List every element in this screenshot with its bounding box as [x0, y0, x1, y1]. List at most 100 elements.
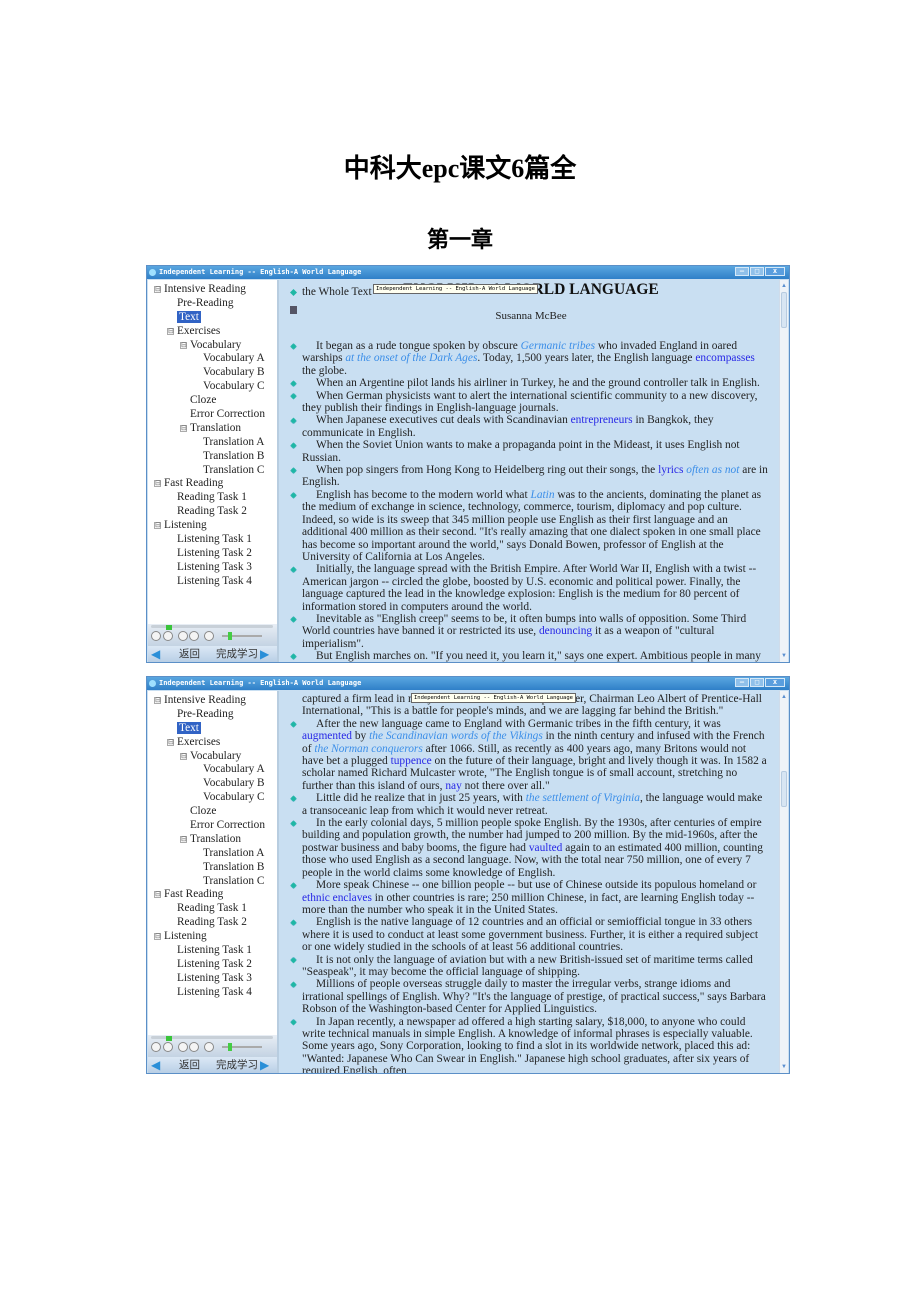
tree-item[interactable]: Vocabulary B: [148, 777, 277, 791]
play-paragraph-icon[interactable]: [290, 442, 297, 450]
tree-expander-icon[interactable]: ⊟: [154, 522, 161, 530]
audio-progress-track[interactable]: [151, 625, 273, 630]
tree-item[interactable]: ⊟ Fast Reading: [148, 477, 277, 491]
back-button[interactable]: 返回: [179, 646, 200, 662]
tree-item[interactable]: Translation B: [148, 861, 277, 875]
play-paragraph-icon[interactable]: [290, 919, 297, 927]
tree-item[interactable]: Listening Task 1: [148, 533, 277, 547]
glossary-link[interactable]: the Scandinavian words of the Vikings: [369, 730, 543, 742]
glossary-link[interactable]: ethnic enclaves: [302, 892, 372, 904]
play-paragraph-icon[interactable]: [290, 981, 297, 989]
play-paragraph-icon[interactable]: [290, 566, 297, 574]
tree-item[interactable]: Text: [148, 721, 277, 736]
forward-arrow-icon[interactable]: ▶: [260, 648, 274, 660]
play-paragraph-icon[interactable]: [290, 392, 297, 400]
tree-expander-icon[interactable]: ⊟: [154, 480, 161, 488]
play-paragraph-icon[interactable]: [290, 1018, 297, 1026]
play-paragraph-icon[interactable]: [290, 820, 297, 828]
play-paragraph-icon[interactable]: [290, 491, 297, 499]
play-paragraph-icon[interactable]: [290, 343, 297, 350]
glossary-link[interactable]: tuppence: [391, 755, 432, 767]
tree-item[interactable]: ⊟ Vocabulary: [148, 750, 277, 764]
tree-expander-icon[interactable]: ⊟: [180, 424, 187, 432]
glossary-link[interactable]: Latin: [530, 489, 554, 501]
audio-progress-thumb[interactable]: [166, 1036, 172, 1041]
tree-expander-icon[interactable]: ⊟: [180, 752, 187, 760]
tree-expander-icon[interactable]: ⊟: [167, 738, 174, 746]
glossary-link[interactable]: encompasses: [695, 352, 754, 364]
tree-item[interactable]: Text: [148, 310, 277, 325]
volume-slider[interactable]: [222, 1043, 262, 1051]
tree-item[interactable]: ⊟ Intensive Reading: [148, 694, 277, 708]
tree-item[interactable]: Vocabulary B: [148, 366, 277, 380]
stop-button[interactable]: [163, 631, 173, 641]
glossary-link[interactable]: entrepreneurs: [571, 414, 633, 426]
scroll-down-icon[interactable]: ▼: [780, 1063, 788, 1071]
mute-button[interactable]: [204, 1042, 214, 1052]
forward-arrow-icon[interactable]: ▶: [260, 1059, 274, 1071]
glossary-link[interactable]: augmented: [302, 730, 352, 742]
maximize-button[interactable]: □: [750, 678, 764, 687]
tree-item[interactable]: Listening Task 2: [148, 958, 277, 972]
next-button[interactable]: [189, 1042, 199, 1052]
scroll-down-icon[interactable]: ▼: [780, 652, 788, 660]
play-paragraph-icon[interactable]: [290, 417, 297, 425]
tree-item[interactable]: Listening Task 1: [148, 944, 277, 958]
volume-slider[interactable]: [222, 632, 262, 640]
play-paragraph-icon[interactable]: [290, 467, 297, 475]
tree-expander-icon[interactable]: ⊟: [154, 697, 161, 704]
glossary-link[interactable]: vaulted: [529, 842, 563, 854]
play-button[interactable]: [151, 631, 161, 641]
tree-item[interactable]: Reading Task 2: [148, 916, 277, 930]
tree-item[interactable]: Cloze: [148, 805, 277, 819]
tree-item[interactable]: Reading Task 1: [148, 491, 277, 505]
close-button[interactable]: x: [765, 678, 785, 687]
glossary-link[interactable]: at the onset of the Dark Ages: [345, 352, 477, 364]
finish-button[interactable]: 完成学习: [216, 1057, 258, 1073]
minimize-button[interactable]: –: [735, 678, 749, 687]
play-paragraph-icon[interactable]: [290, 720, 297, 728]
close-button[interactable]: x: [765, 267, 785, 276]
mute-button[interactable]: [204, 631, 214, 641]
tree-item[interactable]: Pre-Reading: [148, 708, 277, 722]
back-arrow-icon[interactable]: ◀: [151, 1059, 165, 1071]
tree-expander-icon[interactable]: ⊟: [167, 327, 174, 335]
vertical-scrollbar[interactable]: ▲ ▼: [779, 691, 788, 1073]
tree-item[interactable]: Cloze: [148, 394, 277, 408]
tree-item[interactable]: Pre-Reading: [148, 297, 277, 311]
glossary-link[interactable]: Germanic tribes: [521, 340, 595, 352]
tree-item[interactable]: ⊟ Exercises: [148, 736, 277, 750]
audio-progress-track[interactable]: [151, 1036, 273, 1041]
tree-expander-icon[interactable]: ⊟: [154, 933, 161, 941]
audio-progress-thumb[interactable]: [166, 625, 172, 630]
tree-item[interactable]: Listening Task 3: [148, 972, 277, 986]
glossary-link[interactable]: lyrics: [658, 464, 683, 476]
tree-item[interactable]: Translation C: [148, 875, 277, 889]
tree-item[interactable]: Reading Task 2: [148, 505, 277, 519]
play-paragraph-icon[interactable]: [290, 956, 297, 964]
play-paragraph-icon[interactable]: [290, 380, 297, 388]
tree-item[interactable]: ⊟ Translation: [148, 833, 277, 847]
tree-item[interactable]: Listening Task 2: [148, 547, 277, 561]
tree-item[interactable]: ⊟ Listening: [148, 519, 277, 533]
finish-button[interactable]: 完成学习: [216, 646, 258, 662]
tree-expander-icon[interactable]: ⊟: [154, 891, 161, 899]
tree-item[interactable]: Vocabulary A: [148, 352, 277, 366]
tree-item[interactable]: Vocabulary C: [148, 380, 277, 394]
scroll-thumb[interactable]: [781, 771, 787, 807]
play-button[interactable]: [151, 1042, 161, 1052]
glossary-link[interactable]: the settlement of Virginia: [526, 792, 640, 804]
tree-expander-icon[interactable]: ⊟: [180, 341, 187, 349]
prev-button[interactable]: [178, 631, 188, 641]
glossary-link[interactable]: the Norman conquerors: [314, 743, 422, 755]
tree-item[interactable]: Translation C: [148, 464, 277, 478]
tree-item[interactable]: ⊟ Listening: [148, 930, 277, 944]
stop-button[interactable]: [163, 1042, 173, 1052]
next-button[interactable]: [189, 631, 199, 641]
tree-item[interactable]: Translation A: [148, 436, 277, 450]
tree-item[interactable]: Vocabulary A: [148, 763, 277, 777]
tree-item[interactable]: Listening Task 4: [148, 986, 277, 1000]
tree-expander-icon[interactable]: ⊟: [154, 286, 161, 293]
tree-item[interactable]: Listening Task 3: [148, 561, 277, 575]
scroll-up-icon[interactable]: ▲: [780, 282, 788, 290]
